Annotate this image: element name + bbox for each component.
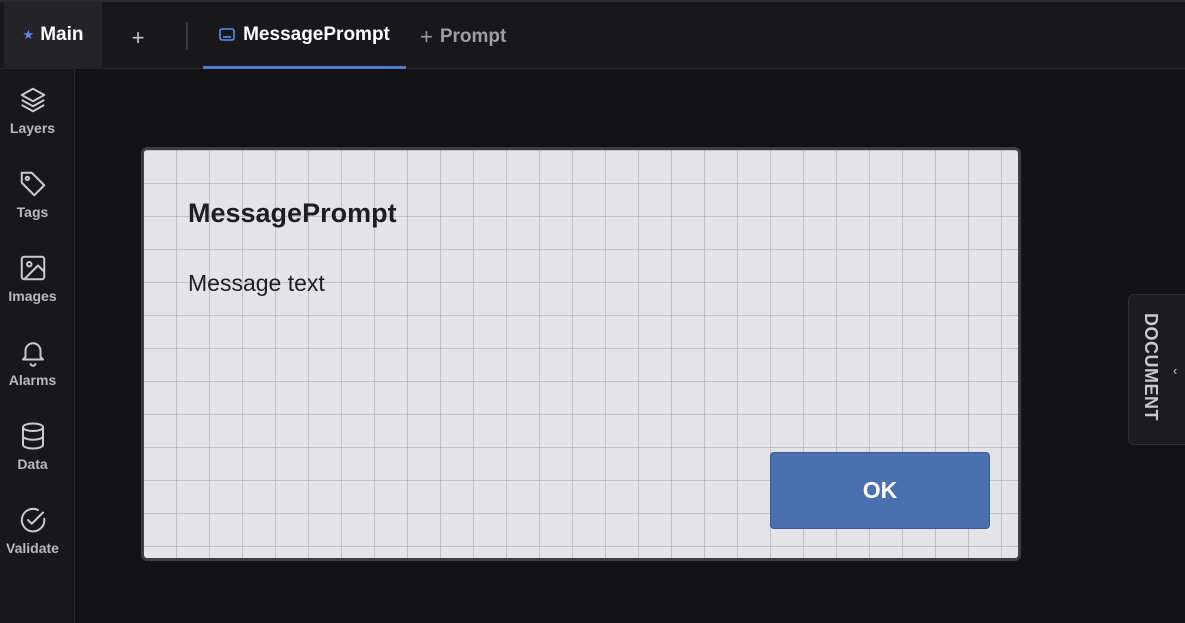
sidebar-item-label: Data: [17, 456, 48, 472]
display-icon: [219, 27, 235, 42]
image-icon: [18, 241, 48, 283]
sidebar-item-tags[interactable]: Tags: [0, 157, 65, 229]
sidebar-item-label: Tags: [16, 204, 49, 220]
app-window: ★ Main + MessagePrompt + Prompt Layers T…: [0, 0, 1185, 623]
document-panel-toggle[interactable]: DOCUMENT ‹: [1128, 294, 1185, 445]
message-prompt-dialog[interactable]: MessagePrompt Message text OK: [141, 147, 1021, 561]
tab-bar: ★ Main + MessagePrompt + Prompt: [0, 0, 1185, 69]
tab-messageprompt-label: MessagePrompt: [243, 23, 390, 45]
sidebar-item-label: Images: [8, 288, 57, 304]
bell-icon: [18, 325, 48, 367]
sidebar-item-data[interactable]: Data: [0, 409, 65, 481]
dialog-title: MessagePrompt: [188, 198, 397, 228]
tab-messageprompt[interactable]: MessagePrompt: [203, 2, 406, 69]
layers-icon: [18, 73, 48, 115]
new-prompt-label: Prompt: [439, 26, 507, 47]
sidebar-item-alarms[interactable]: Alarms: [0, 325, 65, 397]
sidebar-item-images[interactable]: Images: [0, 241, 65, 313]
document-panel-label: DOCUMENT: [1141, 313, 1161, 421]
sidebar-item-validate[interactable]: Validate: [0, 493, 65, 565]
tab-divider: [186, 22, 188, 50]
sidebar-item-label: Alarms: [8, 372, 57, 388]
add-tab-button[interactable]: +: [124, 24, 152, 52]
plus-icon: +: [420, 24, 433, 49]
ok-button[interactable]: OK: [770, 452, 990, 529]
check-circle-icon: [18, 493, 48, 535]
star-icon: ★: [22, 27, 35, 42]
dialog-message: Message text: [188, 270, 325, 296]
database-icon: [18, 409, 48, 451]
sidebar-item-layers[interactable]: Layers: [0, 73, 65, 145]
tag-icon: [18, 157, 48, 199]
tab-main[interactable]: ★ Main: [4, 2, 102, 69]
sidebar: Layers Tags Images Alarms Data Validate: [0, 69, 75, 623]
sidebar-item-label: Validate: [6, 540, 59, 556]
tab-main-label: Main: [40, 23, 84, 45]
new-prompt-tab[interactable]: + Prompt: [420, 2, 506, 69]
sidebar-item-label: Layers: [9, 120, 56, 136]
chevron-left-icon: ‹: [1173, 363, 1178, 378]
